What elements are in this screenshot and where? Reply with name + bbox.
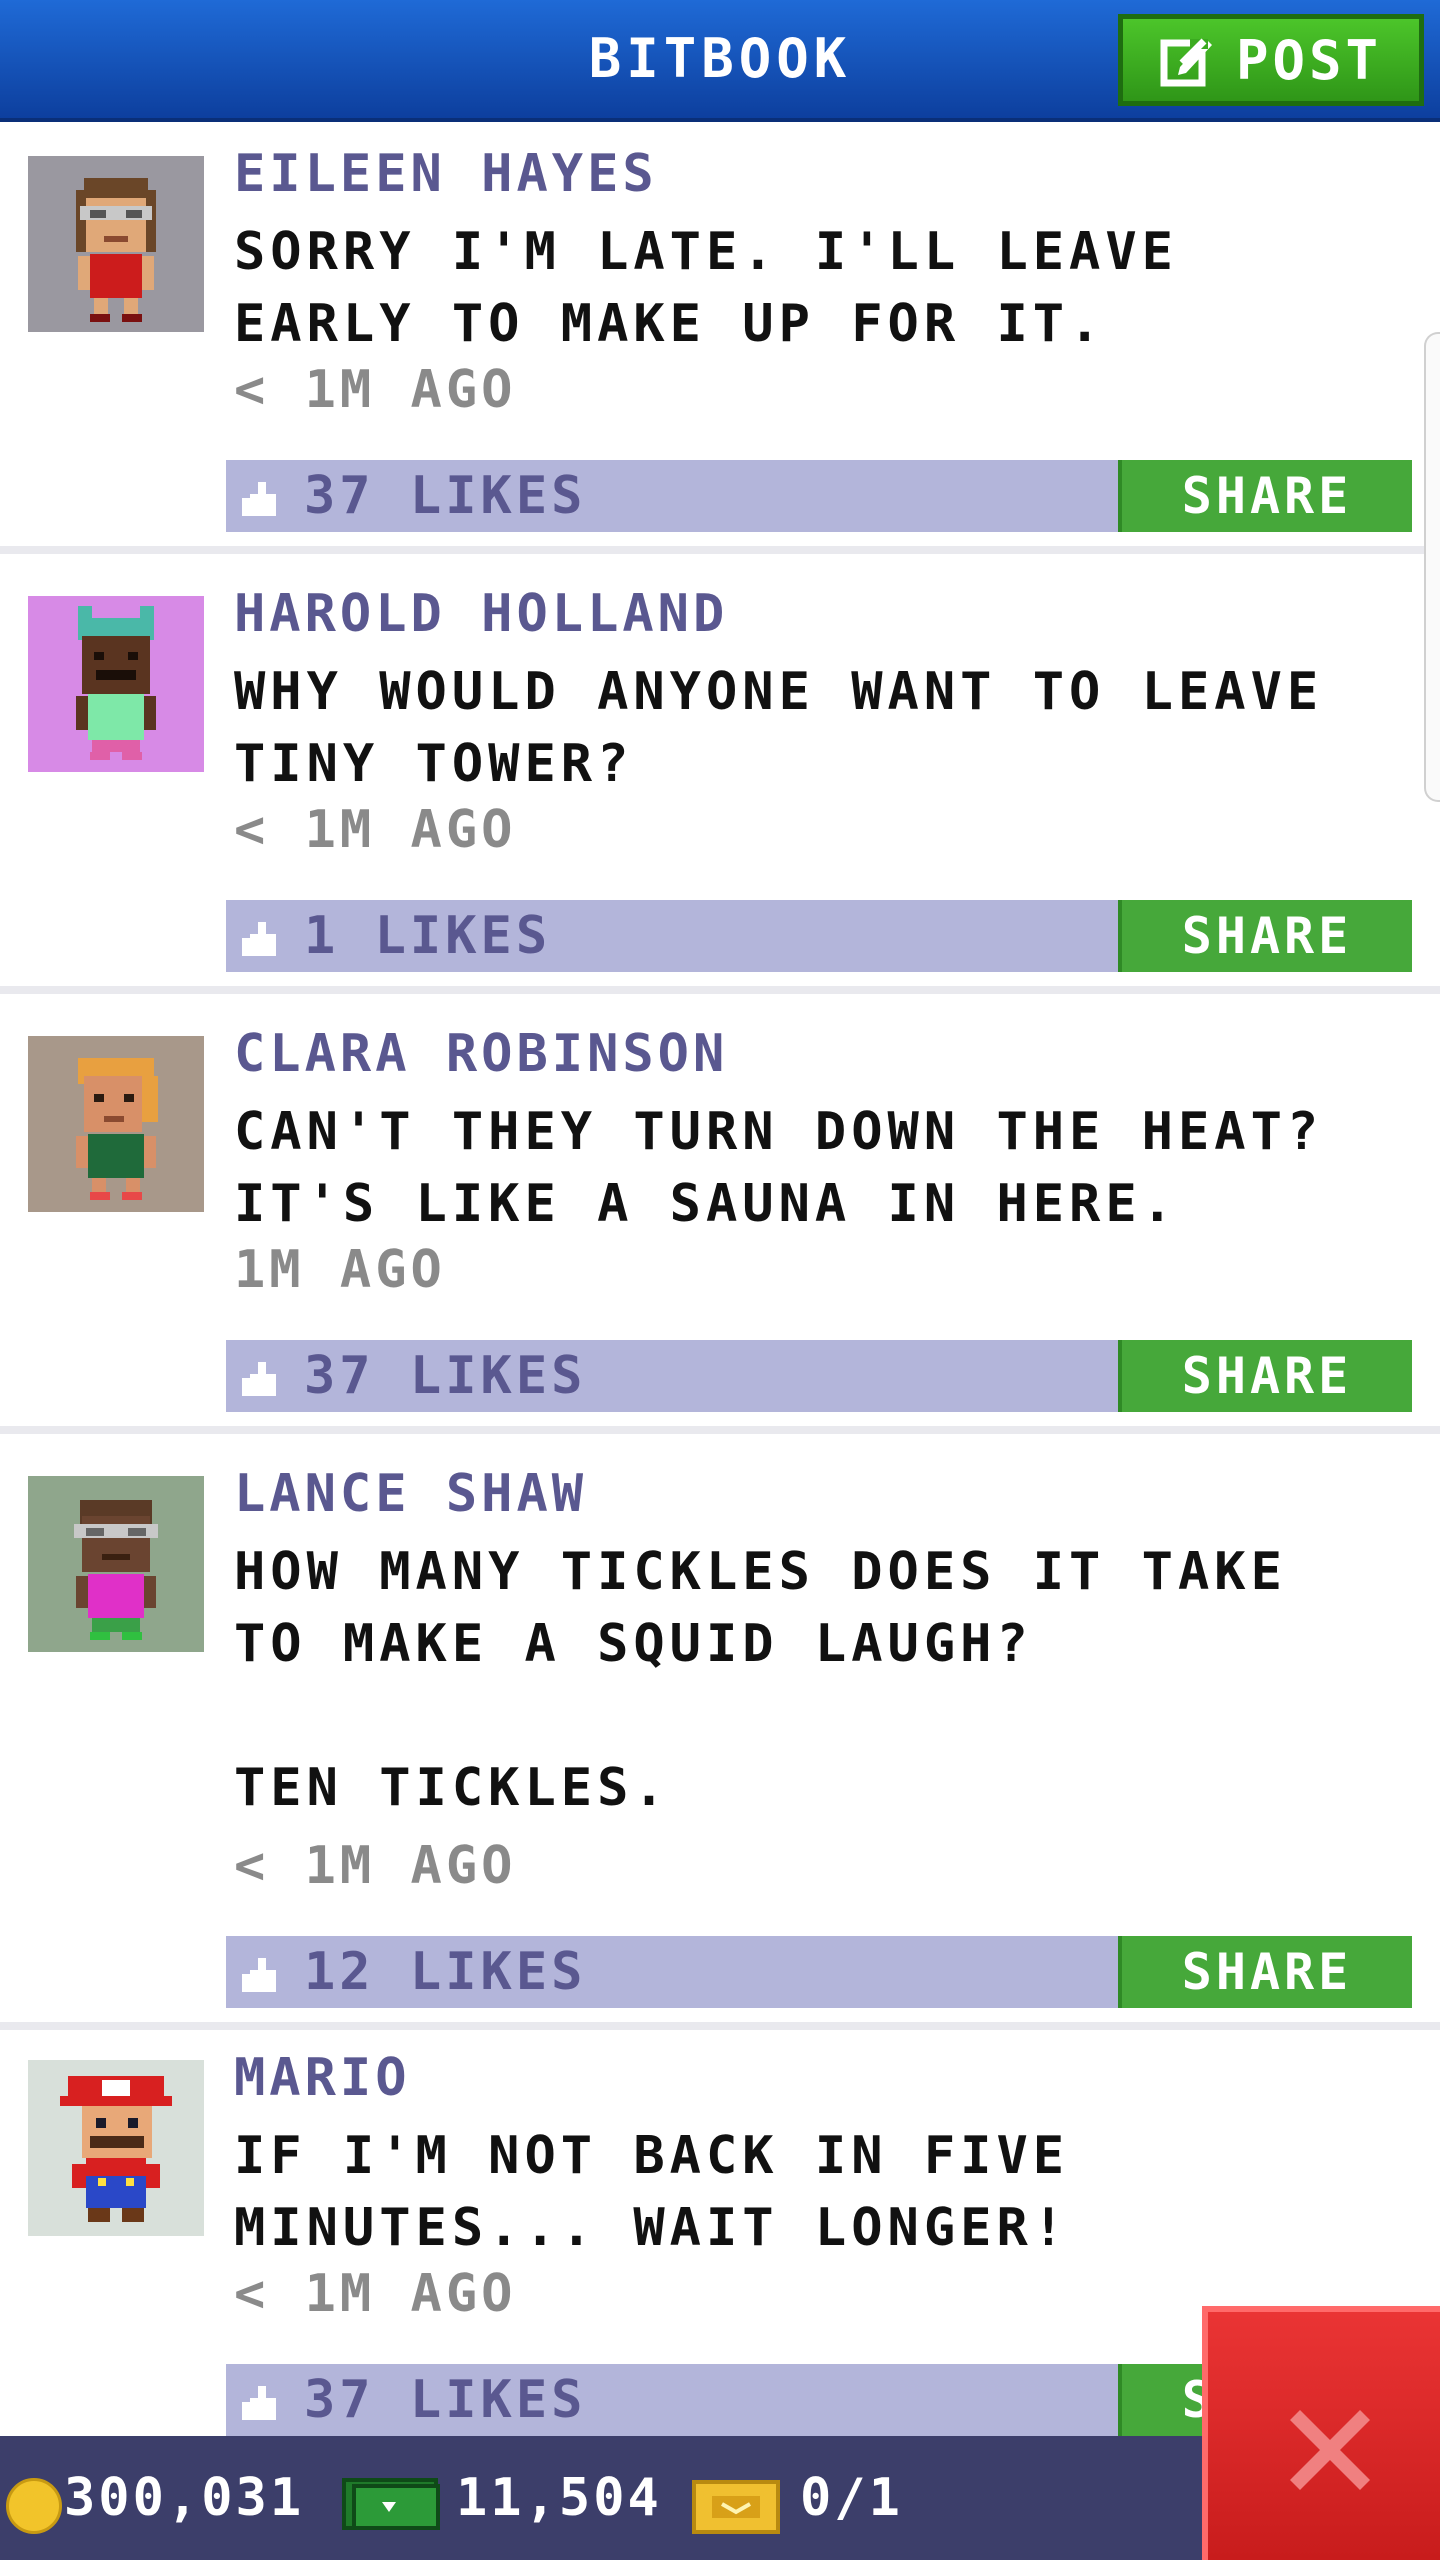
post-button[interactable]: POST [1118, 14, 1424, 106]
thumbs-up-icon[interactable] [240, 480, 280, 518]
golden-ticket-icon [692, 2480, 780, 2534]
like-bar: 1 LIKES SHARE [226, 900, 1412, 972]
like-count: 37 LIKES [304, 2370, 587, 2430]
share-button[interactable]: SHARE [1118, 1936, 1412, 2008]
bux-count: 11,504 [456, 2468, 662, 2528]
like-bar: 12 LIKES SHARE [226, 1936, 1412, 2008]
like-count: 1 LIKES [304, 906, 552, 966]
post-time: < 1M AGO [234, 800, 517, 860]
close-icon [1290, 2410, 1370, 2490]
post-author[interactable]: CLARA ROBINSON [234, 1024, 728, 1084]
avatar [28, 156, 204, 332]
post-time: 1M AGO [234, 1240, 446, 1300]
post-message: HOW MANY TICKLES DOES IT TAKE TO MAKE A … [234, 1542, 1287, 1818]
post-divider [0, 986, 1440, 994]
post-author[interactable]: HAROLD HOLLAND [234, 584, 728, 644]
feed-post: LANCE SHAW HOW MANY TICKLES DOES IT TAKE… [0, 1446, 1440, 2030]
ticket-count: 0/1 [800, 2468, 903, 2528]
thumbs-up-icon[interactable] [240, 1360, 280, 1398]
avatar [28, 1476, 204, 1652]
post-divider [0, 2022, 1440, 2030]
post-message: CAN'T THEY TURN DOWN THE HEAT? IT'S LIKE… [234, 1102, 1324, 1234]
thumbs-up-icon[interactable] [240, 1956, 280, 1994]
post-button-label: POST [1235, 28, 1383, 92]
avatar [28, 2060, 204, 2236]
post-message: IF I'M NOT BACK IN FIVE MINUTES... WAIT … [234, 2126, 1070, 2258]
thumbs-up-icon[interactable] [240, 920, 280, 958]
post-author[interactable]: MARIO [234, 2048, 411, 2108]
like-count: 37 LIKES [304, 1346, 587, 1406]
thumbs-up-icon[interactable] [240, 2384, 280, 2422]
post-time: < 1M AGO [234, 1836, 517, 1896]
coin-icon [6, 2478, 62, 2534]
share-button[interactable]: SHARE [1118, 1340, 1412, 1412]
post-divider [0, 1426, 1440, 1434]
feed-post: CLARA ROBINSON CAN'T THEY TURN DOWN THE … [0, 1006, 1440, 1434]
like-count: 12 LIKES [304, 1942, 587, 2002]
close-button[interactable] [1202, 2306, 1440, 2560]
share-button[interactable]: SHARE [1118, 900, 1412, 972]
avatar [28, 596, 204, 772]
post-message: WHY WOULD ANYONE WANT TO LEAVE TINY TOWE… [234, 662, 1324, 794]
feed-post: EILEEN HAYES SORRY I'M LATE. I'LL LEAVE … [0, 126, 1440, 554]
feed-post: HAROLD HOLLAND WHY WOULD ANYONE WANT TO … [0, 566, 1440, 994]
compose-icon [1160, 38, 1212, 87]
like-count: 37 LIKES [304, 466, 587, 526]
post-message: SORRY I'M LATE. I'LL LEAVE EARLY TO MAKE… [234, 222, 1178, 354]
post-time: < 1M AGO [234, 2264, 517, 2324]
post-time: < 1M AGO [234, 360, 517, 420]
share-button[interactable]: SHARE [1118, 460, 1412, 532]
coin-count: 300,031 [64, 2468, 305, 2528]
scrollbar[interactable] [1424, 332, 1440, 802]
like-bar: 37 LIKES SHARE [226, 460, 1412, 532]
post-author[interactable]: LANCE SHAW [234, 1464, 587, 1524]
bux-icon [342, 2478, 440, 2530]
post-divider [0, 546, 1440, 554]
app-header: BITBOOK POST [0, 0, 1440, 122]
avatar [28, 1036, 204, 1212]
post-author[interactable]: EILEEN HAYES [234, 144, 658, 204]
like-bar: 37 LIKES SHARE [226, 1340, 1412, 1412]
